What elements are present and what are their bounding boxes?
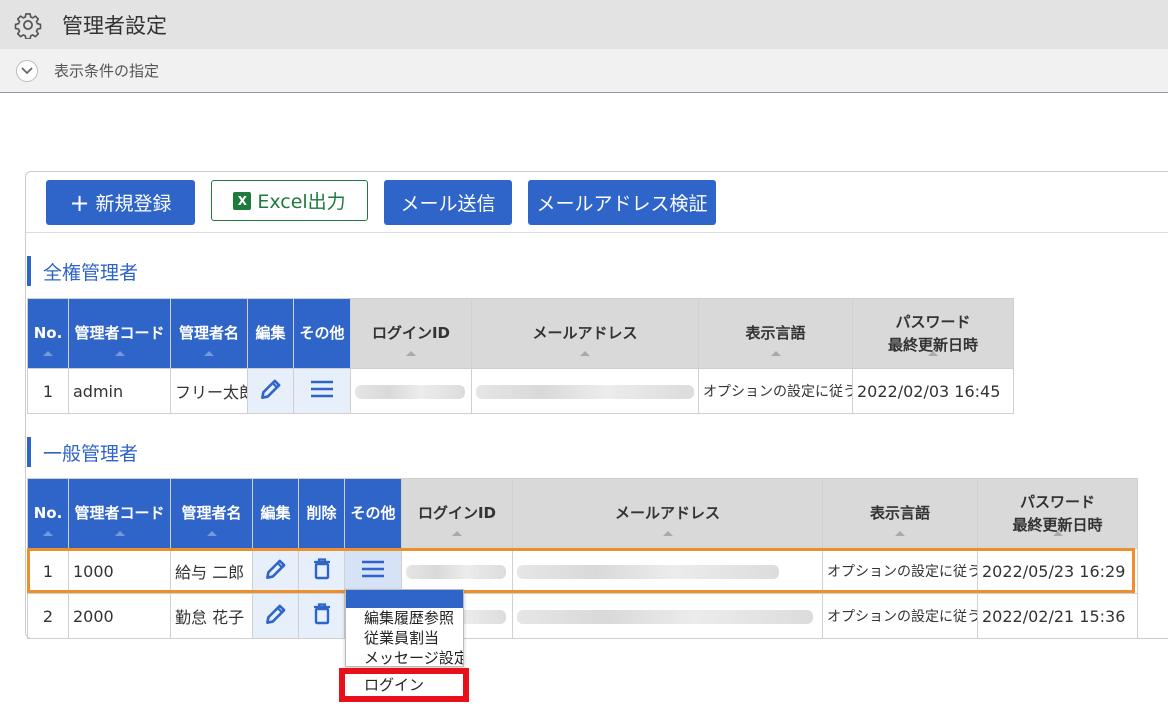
col-language[interactable]: 表示言語 — [822, 478, 978, 549]
cell-updated: 2022/02/03 16:45 — [852, 368, 1014, 414]
menu-item-message-settings[interactable]: メッセージ設定 — [346, 648, 463, 666]
col-email[interactable]: メールアドレス — [512, 478, 823, 549]
cell-no: 2 — [27, 593, 69, 639]
cell-email — [512, 593, 823, 639]
trash-icon — [313, 603, 330, 625]
pencil-icon — [260, 379, 280, 399]
cell-updated: 2022/02/21 15:36 — [977, 593, 1138, 639]
cell-admin-code: 2000 — [68, 593, 171, 639]
col-password-updated[interactable]: パスワード 最終更新日時 — [852, 298, 1014, 369]
edit-button[interactable] — [247, 368, 294, 414]
cell-admin-code: admin — [68, 368, 171, 414]
cell-admin-name: フリー太郎 — [170, 368, 248, 414]
menu-icon — [311, 380, 333, 398]
col-password-updated[interactable]: パスワード 最終更新日時 — [977, 478, 1138, 549]
cell-language: オプションの設定に従う — [698, 368, 853, 414]
selected-row-highlight — [27, 548, 1135, 593]
excel-export-label: Excel出力 — [257, 191, 346, 213]
col-admin-name[interactable]: 管理者名 — [170, 298, 248, 369]
general-admins-title: 一般管理者 — [27, 437, 138, 467]
col-other: その他 — [293, 298, 351, 369]
full-admins-table: No. 管理者コード 管理者名 編集 その他 ログインID メールアドレス 表示… — [27, 298, 1014, 414]
col-no[interactable]: No. — [27, 298, 69, 369]
edit-button[interactable] — [252, 593, 299, 639]
send-mail-button[interactable]: メール送信 — [384, 180, 512, 225]
col-admin-code[interactable]: 管理者コード — [68, 298, 171, 369]
cell-login-id — [350, 368, 472, 414]
table-row[interactable]: 2 2000 勤怠 花子 オプションの設定に従う 2022/02/21 15:3… — [27, 593, 1138, 639]
excel-export-button[interactable]: X Excel出力 — [211, 180, 368, 221]
col-language[interactable]: 表示言語 — [698, 298, 853, 369]
col-edit: 編集 — [247, 298, 294, 369]
login-highlight-box: ログイン — [339, 668, 469, 702]
col-other: その他 — [344, 478, 402, 549]
cell-no: 1 — [27, 368, 69, 414]
pencil-icon — [265, 604, 285, 624]
other-context-menu: 編集履歴参照 従業員割当 メッセージ設定 — [345, 589, 464, 667]
new-register-button[interactable]: + 新規登録 — [46, 180, 195, 225]
menu-item-login[interactable]: ログイン — [345, 675, 463, 695]
col-delete: 削除 — [298, 478, 345, 549]
full-admins-title: 全権管理者 — [27, 256, 138, 286]
gear-icon — [14, 12, 42, 39]
delete-button[interactable] — [298, 593, 345, 639]
toolbar-divider — [26, 232, 1168, 233]
verify-email-button[interactable]: メールアドレス検証 — [528, 180, 716, 225]
col-admin-code[interactable]: 管理者コード — [68, 478, 171, 549]
other-menu-button[interactable] — [293, 368, 351, 414]
table-row: 1 admin フリー太郎 オプションの設定に従う 2022/02/03 16:… — [27, 368, 1014, 414]
chevron-down-icon[interactable] — [16, 59, 38, 82]
filter-toggle[interactable]: 表示条件の指定 — [0, 49, 1168, 93]
page-header: 管理者設定 — [0, 0, 1168, 49]
verify-email-label: メールアドレス検証 — [536, 193, 708, 215]
col-email[interactable]: メールアドレス — [471, 298, 699, 369]
menu-item-assign-employees[interactable]: 従業員割当 — [346, 628, 463, 648]
col-login-id[interactable]: ログインID — [401, 478, 513, 549]
col-login-id[interactable]: ログインID — [350, 298, 472, 369]
col-admin-name[interactable]: 管理者名 — [170, 478, 253, 549]
plus-icon: + — [69, 188, 90, 217]
page-title: 管理者設定 — [62, 13, 167, 38]
cell-language: オプションの設定に従う — [822, 593, 978, 639]
col-edit: 編集 — [252, 478, 299, 549]
filter-label: 表示条件の指定 — [54, 62, 160, 80]
context-menu-header — [346, 590, 463, 608]
cell-admin-name: 勤怠 花子 — [170, 593, 253, 639]
excel-icon: X — [233, 191, 252, 210]
send-mail-label: メール送信 — [400, 193, 496, 215]
menu-item-edit-history[interactable]: 編集履歴参照 — [346, 608, 463, 628]
table-header-row: No. 管理者コード 管理者名 編集 削除 その他 ログインID メールアドレス… — [27, 478, 1138, 549]
cell-email — [471, 368, 699, 414]
table-header-row: No. 管理者コード 管理者名 編集 その他 ログインID メールアドレス 表示… — [27, 298, 1014, 369]
col-no[interactable]: No. — [27, 478, 69, 549]
new-register-label: 新規登録 — [95, 193, 172, 215]
